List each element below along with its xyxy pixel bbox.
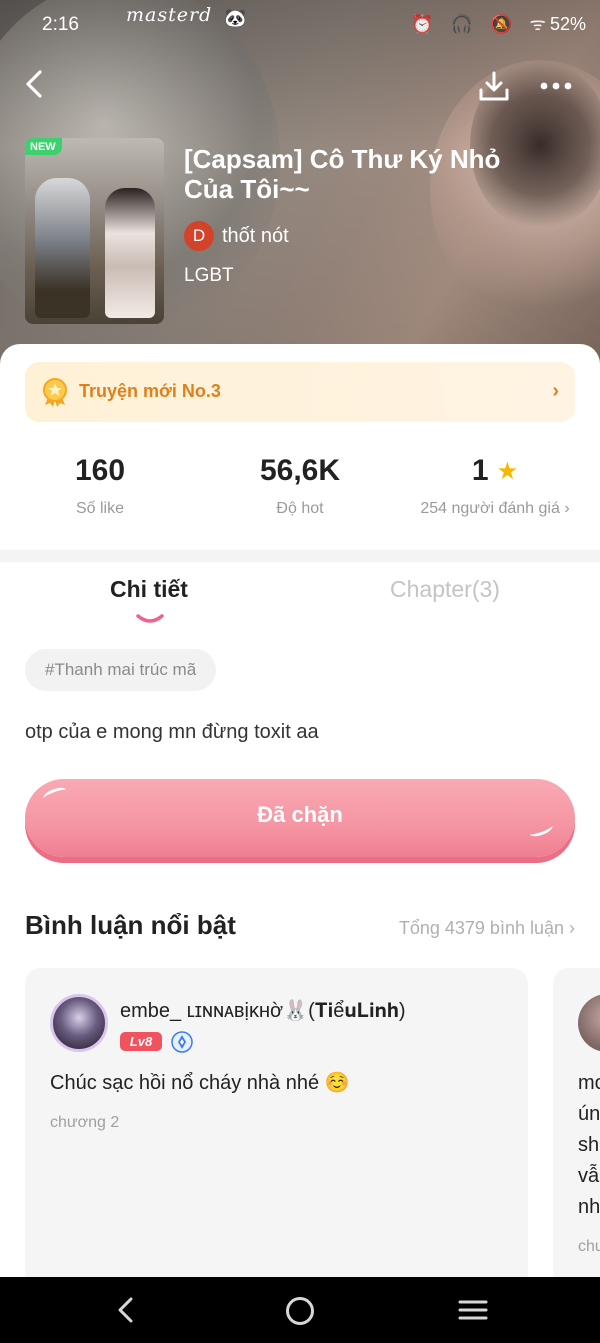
level-badge: Lv8: [120, 1032, 162, 1051]
comment-username: embe_ ʟɪɴɴᴀʙịᴋʜờ🐰(𝐓𝐢ể𝐮𝐋𝐢𝐧𝐡): [120, 1000, 406, 1022]
story-description: otp của e mong mn đừng toxit aa: [25, 721, 319, 743]
comment-chapter: chu: [578, 1238, 600, 1255]
likes-label: Số like: [75, 500, 125, 517]
story-cover-image[interactable]: NEW: [25, 138, 164, 324]
total-comments-link[interactable]: Tổng 4379 bình luận ›: [399, 918, 575, 939]
download-icon: [479, 71, 509, 101]
cover-figure-left: [35, 178, 90, 318]
story-genre: LGBT: [184, 265, 234, 286]
tab-detail[interactable]: Chi tiết: [110, 576, 188, 603]
comment-text-line: ún: [578, 1103, 600, 1125]
hot-label: Độ hot: [276, 500, 324, 517]
blocked-button-label: Đã chặn: [257, 802, 343, 827]
back-button[interactable]: [20, 66, 52, 102]
rating-label: 254 người đánh giá ›: [420, 500, 570, 517]
rating-value: 1: [471, 454, 489, 487]
hot-value: 56,6K: [259, 454, 341, 487]
tab-chapter[interactable]: Chapter(3): [390, 576, 500, 603]
download-button[interactable]: [476, 68, 512, 104]
story-detail-sheet: Truyện mới No.3 › 160 Số like 56,6K Độ h…: [0, 344, 600, 1284]
more-dots-icon: [540, 82, 572, 90]
battery-level: 52%: [549, 14, 586, 34]
button-shine: [528, 821, 554, 839]
panda-icon: 🐼: [224, 8, 247, 28]
stats-row: 160 Số like 56,6K Độ hot 1 ★ 254 người đ…: [0, 454, 600, 534]
cover-figure-right: [105, 188, 155, 318]
button-shine: [42, 785, 68, 803]
system-navigation-bar: [0, 1277, 600, 1343]
watermark-text: masterd: [126, 4, 213, 26]
comment-text: mo ún sh vẫ nh: [578, 1068, 600, 1223]
status-time: 2:16: [42, 14, 79, 35]
story-title: [Capsam] Cô Thư Ký Nhỏ Của Tôi~~: [184, 144, 501, 204]
new-badge: NEW: [25, 138, 62, 155]
tab-bar: Chi tiết Chapter(3): [0, 576, 600, 636]
avatar[interactable]: [50, 994, 108, 1052]
active-tab-indicator: [136, 614, 164, 623]
avatar[interactable]: [578, 994, 600, 1052]
chevron-right-icon: ›: [552, 380, 559, 402]
nav-recents-icon[interactable]: [458, 1299, 488, 1321]
comment-text-line: mo: [578, 1072, 600, 1094]
comment-card[interactable]: mo ún sh vẫ nh chu: [553, 968, 600, 1284]
more-options-button[interactable]: [536, 74, 576, 98]
story-tag[interactable]: #Thanh mai trúc mã: [25, 649, 217, 691]
rating-value-row: 1 ★: [410, 454, 580, 488]
comment-card[interactable]: embe_ ʟɪɴɴᴀʙịᴋʜờ🐰(𝐓𝐢ể𝐮𝐋𝐢𝐧𝐡) Lv8 Chúc sạc…: [25, 968, 528, 1284]
section-divider: [0, 550, 600, 562]
ranking-label: Truyện mới No.3: [79, 381, 221, 401]
author-avatar: D: [184, 221, 214, 251]
nav-back-icon[interactable]: [112, 1295, 142, 1325]
featured-comments-header: Bình luận nổi bật Tổng 4379 bình luận ›: [25, 910, 575, 950]
status-bar: 2:16 masterd 🐼 ⏰ 🎧 🔕 ᯤ 52%: [0, 0, 600, 50]
author-name: thốt nót: [222, 224, 289, 247]
stat-hot: 56,6K Độ hot: [230, 454, 370, 518]
medal-icon: [43, 378, 67, 407]
ranking-banner[interactable]: Truyện mới No.3 ›: [25, 362, 575, 422]
likes-value: 160: [74, 454, 126, 487]
top-toolbar: [0, 66, 600, 110]
comment-text-line: sh: [578, 1134, 600, 1156]
featured-comments-title: Bình luận nổi bật: [25, 910, 236, 940]
stat-likes: 160 Số like: [40, 454, 160, 518]
verified-badge-icon: [171, 1031, 193, 1053]
star-icon: ★: [496, 457, 519, 485]
nav-home-icon[interactable]: [286, 1297, 314, 1325]
comment-text-line: nh: [578, 1196, 600, 1218]
blocked-button[interactable]: Đã chặn: [25, 779, 575, 857]
system-status-icons: ⏰ 🎧 🔕 ᯤ: [411, 14, 552, 34]
stat-rating[interactable]: 1 ★ 254 người đánh giá ›: [410, 454, 580, 518]
comment-chapter: chương 2: [50, 1114, 120, 1131]
comment-text-line: vẫ: [578, 1165, 600, 1187]
chevron-left-icon: [26, 70, 42, 98]
author-row[interactable]: D thốt nót: [184, 221, 289, 251]
comment-text: Chúc sạc hồi nổ cháy nhà nhé ☺️: [50, 1072, 350, 1094]
